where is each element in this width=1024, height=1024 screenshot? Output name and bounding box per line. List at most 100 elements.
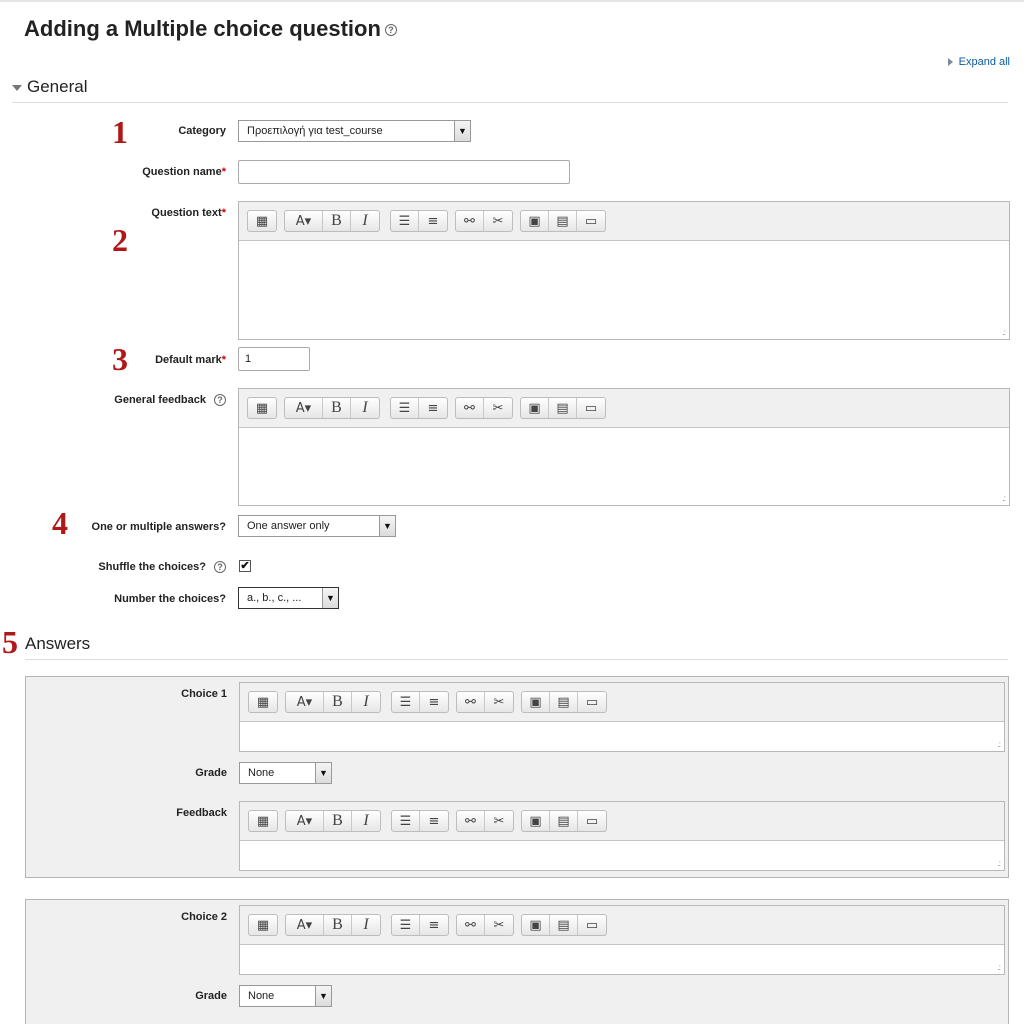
general-feedback-label-text: General feedback — [114, 394, 206, 406]
expand-triangle-icon — [947, 58, 953, 67]
font-style-icon[interactable]: A▾ — [286, 915, 324, 935]
bullet-list-icon[interactable]: ☰ — [392, 811, 420, 831]
image-icon[interactable]: ▣ — [522, 915, 550, 935]
toolbar-group: ☰ ≡ — [390, 210, 448, 232]
resize-grip-icon[interactable]: .: — [998, 740, 1002, 749]
toggle-toolbar-icon[interactable]: ▦ — [248, 211, 276, 231]
one-or-multiple-select[interactable]: One answer only ▼ — [238, 515, 396, 537]
italic-icon[interactable]: I — [351, 211, 379, 231]
bold-icon[interactable]: B — [324, 692, 352, 712]
editor-toolbar: ▦ A▾ B I ☰ ≡ ⚯ ✂ ▣ ▤ ▭ — [239, 389, 1009, 428]
shuffle-checkbox[interactable]: ✔ — [239, 560, 251, 572]
image-icon[interactable]: ▣ — [521, 398, 549, 418]
section-general-toggle[interactable]: General — [12, 77, 87, 97]
choice-1-feedback-editor[interactable]: ▦ A▾ B I ☰ ≡ ⚯ ✂ ▣ ▤ ▭ .: — [239, 801, 1005, 871]
media-icon[interactable]: ▤ — [550, 915, 578, 935]
image-icon[interactable]: ▣ — [522, 811, 550, 831]
link-icon[interactable]: ⚯ — [456, 211, 484, 231]
toggle-toolbar-icon[interactable]: ▦ — [249, 692, 277, 712]
media-icon[interactable]: ▤ — [550, 692, 578, 712]
link-icon[interactable]: ⚯ — [457, 811, 485, 831]
resize-grip-icon[interactable]: .: — [1003, 494, 1007, 503]
toggle-toolbar-icon[interactable]: ▦ — [249, 811, 277, 831]
toolbar-group: ⚯ ✂ — [456, 810, 514, 832]
media-icon[interactable]: ▤ — [549, 398, 577, 418]
image-icon[interactable]: ▣ — [521, 211, 549, 231]
toolbar-group: A▾ B I — [284, 397, 380, 419]
italic-icon[interactable]: I — [352, 692, 380, 712]
bullet-list-icon[interactable]: ☰ — [391, 211, 419, 231]
link-icon[interactable]: ⚯ — [457, 915, 485, 935]
unlink-icon[interactable]: ✂ — [485, 692, 513, 712]
number-choices-select[interactable]: a., b., c., ... ▼ — [238, 587, 339, 609]
image-icon[interactable]: ▣ — [522, 692, 550, 712]
media-icon[interactable]: ▤ — [549, 211, 577, 231]
link-icon[interactable]: ⚯ — [456, 398, 484, 418]
unlink-icon[interactable]: ✂ — [485, 915, 513, 935]
bold-icon[interactable]: B — [324, 811, 352, 831]
toolbar-group: A▾ B I — [285, 810, 381, 832]
manage-files-icon[interactable]: ▭ — [577, 398, 605, 418]
numbered-list-icon[interactable]: ≡ — [419, 398, 447, 418]
choice-1-label: Choice 1 — [181, 688, 227, 700]
toolbar-group: ▣ ▤ ▭ — [520, 397, 606, 419]
choice-2-editor[interactable]: ▦ A▾ B I ☰ ≡ ⚯ ✂ ▣ ▤ ▭ .: — [239, 905, 1005, 975]
page-title: Adding a Multiple choice question? — [24, 16, 397, 42]
manage-files-icon[interactable]: ▭ — [578, 915, 606, 935]
shuffle-label: Shuffle the choices?? — [98, 561, 226, 574]
help-icon[interactable]: ? — [214, 561, 226, 574]
editor-toolbar: ▦ A▾ B I ☰ ≡ ⚯ ✂ ▣ ▤ ▭ — [240, 906, 1004, 945]
choice-2-label: Choice 2 — [181, 911, 227, 923]
numbered-list-icon[interactable]: ≡ — [420, 692, 448, 712]
italic-icon[interactable]: I — [352, 915, 380, 935]
italic-icon[interactable]: I — [351, 398, 379, 418]
unlink-icon[interactable]: ✂ — [485, 811, 513, 831]
section-answers-title[interactable]: Answers — [25, 634, 90, 654]
bullet-list-icon[interactable]: ☰ — [392, 915, 420, 935]
question-name-input[interactable] — [238, 160, 570, 184]
callout-number-4: 4 — [52, 505, 68, 541]
numbered-list-icon[interactable]: ≡ — [420, 811, 448, 831]
general-feedback-editor[interactable]: ▦ A▾ B I ☰ ≡ ⚯ ✂ ▣ ▤ ▭ .: — [238, 388, 1010, 506]
expand-all-link[interactable]: Expand all — [947, 56, 1010, 68]
numbered-list-icon[interactable]: ≡ — [419, 211, 447, 231]
top-border — [0, 0, 1024, 2]
bold-icon[interactable]: B — [323, 398, 351, 418]
toggle-toolbar-icon[interactable]: ▦ — [248, 398, 276, 418]
unlink-icon[interactable]: ✂ — [484, 398, 512, 418]
toolbar-group: A▾ B I — [284, 210, 380, 232]
manage-files-icon[interactable]: ▭ — [577, 211, 605, 231]
help-icon[interactable]: ? — [384, 24, 397, 37]
default-mark-input[interactable]: 1 — [238, 347, 310, 371]
choice-1-editor[interactable]: ▦ A▾ B I ☰ ≡ ⚯ ✂ ▣ ▤ ▭ .: — [239, 682, 1005, 752]
category-select[interactable]: Προεπιλογή για test_course ▼ — [238, 120, 471, 142]
unlink-icon[interactable]: ✂ — [484, 211, 512, 231]
italic-icon[interactable]: I — [352, 811, 380, 831]
help-icon[interactable]: ? — [214, 394, 226, 407]
question-text-editor[interactable]: ▦ A▾ B I ☰ ≡ ⚯ ✂ ▣ ▤ ▭ .: — [238, 201, 1010, 340]
resize-grip-icon[interactable]: .: — [1003, 328, 1007, 337]
font-style-icon[interactable]: A▾ — [285, 398, 323, 418]
manage-files-icon[interactable]: ▭ — [578, 692, 606, 712]
link-icon[interactable]: ⚯ — [457, 692, 485, 712]
resize-grip-icon[interactable]: .: — [998, 963, 1002, 972]
bold-icon[interactable]: B — [324, 915, 352, 935]
manage-files-icon[interactable]: ▭ — [578, 811, 606, 831]
media-icon[interactable]: ▤ — [550, 811, 578, 831]
section-divider — [25, 659, 1008, 660]
question-name-label: Question name* — [142, 166, 226, 178]
grade-select-choice-1[interactable]: None ▼ — [239, 762, 332, 784]
toggle-toolbar-icon[interactable]: ▦ — [249, 915, 277, 935]
font-style-icon[interactable]: A▾ — [285, 211, 323, 231]
chevron-down-icon: ▼ — [315, 986, 331, 1006]
callout-number-1: 1 — [112, 114, 128, 150]
bold-icon[interactable]: B — [323, 211, 351, 231]
default-mark-label: Default mark* — [155, 354, 226, 366]
font-style-icon[interactable]: A▾ — [286, 692, 324, 712]
bullet-list-icon[interactable]: ☰ — [392, 692, 420, 712]
bullet-list-icon[interactable]: ☰ — [391, 398, 419, 418]
font-style-icon[interactable]: A▾ — [286, 811, 324, 831]
resize-grip-icon[interactable]: .: — [998, 859, 1002, 868]
numbered-list-icon[interactable]: ≡ — [420, 915, 448, 935]
grade-select-choice-2[interactable]: None ▼ — [239, 985, 332, 1007]
